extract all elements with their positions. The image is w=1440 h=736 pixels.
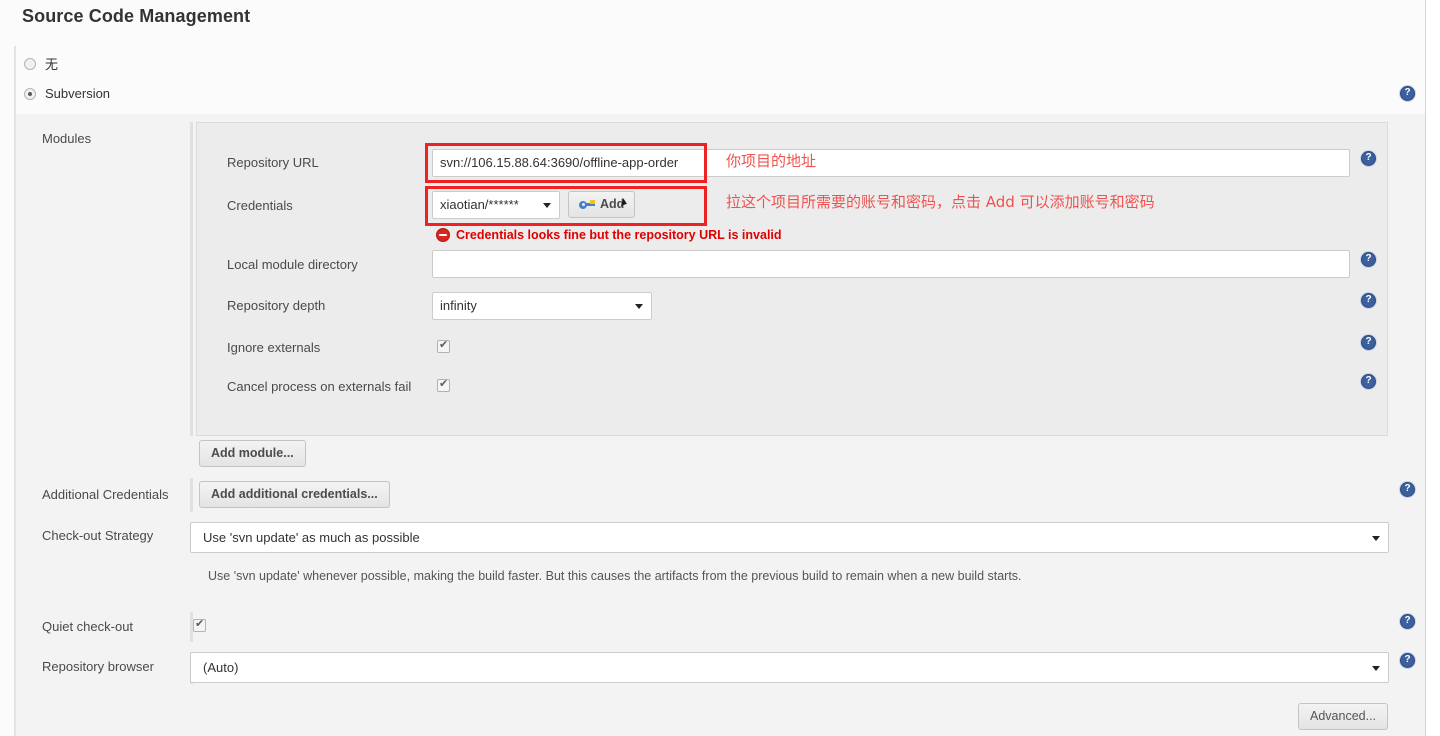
add-module-button[interactable]: Add module...	[199, 440, 306, 467]
scm-option-subversion-label: Subversion	[45, 86, 111, 101]
help-icon-repository-url[interactable]: ?	[1361, 151, 1376, 166]
help-icon-subversion[interactable]: ?	[1400, 86, 1415, 101]
cursor-arrow-icon	[621, 198, 629, 208]
local-module-directory-input[interactable]	[432, 250, 1350, 278]
help-icon-repository-browser[interactable]: ?	[1400, 653, 1415, 668]
quiet-checkout-checkbox[interactable]	[193, 618, 206, 632]
local-module-directory-label: Local module directory	[227, 257, 358, 272]
credentials-select[interactable]: xiaotian/******	[432, 191, 560, 219]
chevron-down-icon	[635, 304, 643, 309]
cancel-process-on-externals-fail-label: Cancel process on externals fail	[227, 379, 412, 394]
advanced-button[interactable]: Advanced...	[1298, 703, 1389, 730]
scm-configuration-page: Source Code Management 无 Subversion ? Mo…	[0, 0, 1440, 736]
help-icon-quiet-checkout[interactable]: ?	[1400, 614, 1415, 629]
repository-browser-value: (Auto)	[203, 660, 239, 675]
repository-url-input[interactable]: svn://106.15.88.64:3690/offline-app-orde…	[432, 149, 1350, 177]
additional-credentials-label: Additional Credentials	[42, 487, 169, 502]
scm-option-none-label: 无	[45, 58, 59, 73]
chevron-down-icon	[1372, 535, 1380, 541]
help-icon-local-module-directory[interactable]: ?	[1361, 252, 1376, 267]
ignore-externals-checkbox[interactable]	[437, 339, 450, 353]
modules-label: Modules	[42, 131, 92, 146]
credentials-error-text: Credentials looks fine but the repositor…	[456, 228, 782, 242]
page-title: Source Code Management	[22, 6, 251, 26]
repository-depth-select[interactable]: infinity	[432, 292, 652, 320]
cancel-process-on-externals-fail-checkbox[interactable]	[437, 378, 450, 392]
help-icon-cancel-process[interactable]: ?	[1361, 374, 1376, 389]
credentials-select-value: xiaotian/******	[440, 197, 519, 212]
help-icon-repository-depth[interactable]: ?	[1361, 293, 1376, 308]
key-icon	[579, 199, 595, 210]
right-edge-fill	[1426, 0, 1440, 736]
repository-depth-value: infinity	[440, 298, 477, 313]
repository-browser-label: Repository browser	[42, 659, 154, 674]
checkout-strategy-description: Use 'svn update' whenever possible, maki…	[208, 569, 1022, 583]
repository-browser-select[interactable]: (Auto)	[190, 652, 1389, 683]
scm-option-none[interactable]: 无	[24, 54, 58, 73]
help-icon-additional-credentials[interactable]: ?	[1400, 482, 1415, 497]
chevron-down-icon	[543, 203, 551, 208]
scm-option-subversion[interactable]: Subversion	[24, 86, 110, 101]
add-additional-credentials-button[interactable]: Add additional credentials...	[199, 481, 390, 508]
credentials-label: Credentials	[227, 198, 293, 213]
repository-depth-label: Repository depth	[227, 298, 326, 313]
chevron-down-icon	[1372, 665, 1380, 671]
column-separator-modules	[190, 122, 193, 436]
add-credentials-button[interactable]: Add	[568, 191, 636, 218]
checkout-strategy-label: Check-out Strategy	[42, 528, 154, 543]
radio-none[interactable]	[24, 57, 36, 70]
help-icon-ignore-externals[interactable]: ?	[1361, 335, 1376, 350]
annotation-credentials: 拉这个项目所需要的账号和密码，点击 Add 可以添加账号和密码	[726, 193, 1155, 211]
ignore-externals-label: Ignore externals	[227, 340, 321, 355]
column-separator-additional-credentials	[190, 478, 193, 512]
error-minus-icon	[436, 228, 450, 242]
annotation-repository-url: 你项目的地址	[726, 152, 817, 170]
credentials-error-message: Credentials looks fine but the repositor…	[436, 228, 782, 242]
quiet-checkout-label: Quiet check-out	[42, 619, 134, 634]
checkout-strategy-select[interactable]: Use 'svn update' as much as possible	[190, 522, 1389, 553]
checkout-strategy-value: Use 'svn update' as much as possible	[203, 530, 420, 545]
radio-subversion[interactable]	[24, 87, 36, 100]
repository-url-label: Repository URL	[227, 155, 319, 170]
